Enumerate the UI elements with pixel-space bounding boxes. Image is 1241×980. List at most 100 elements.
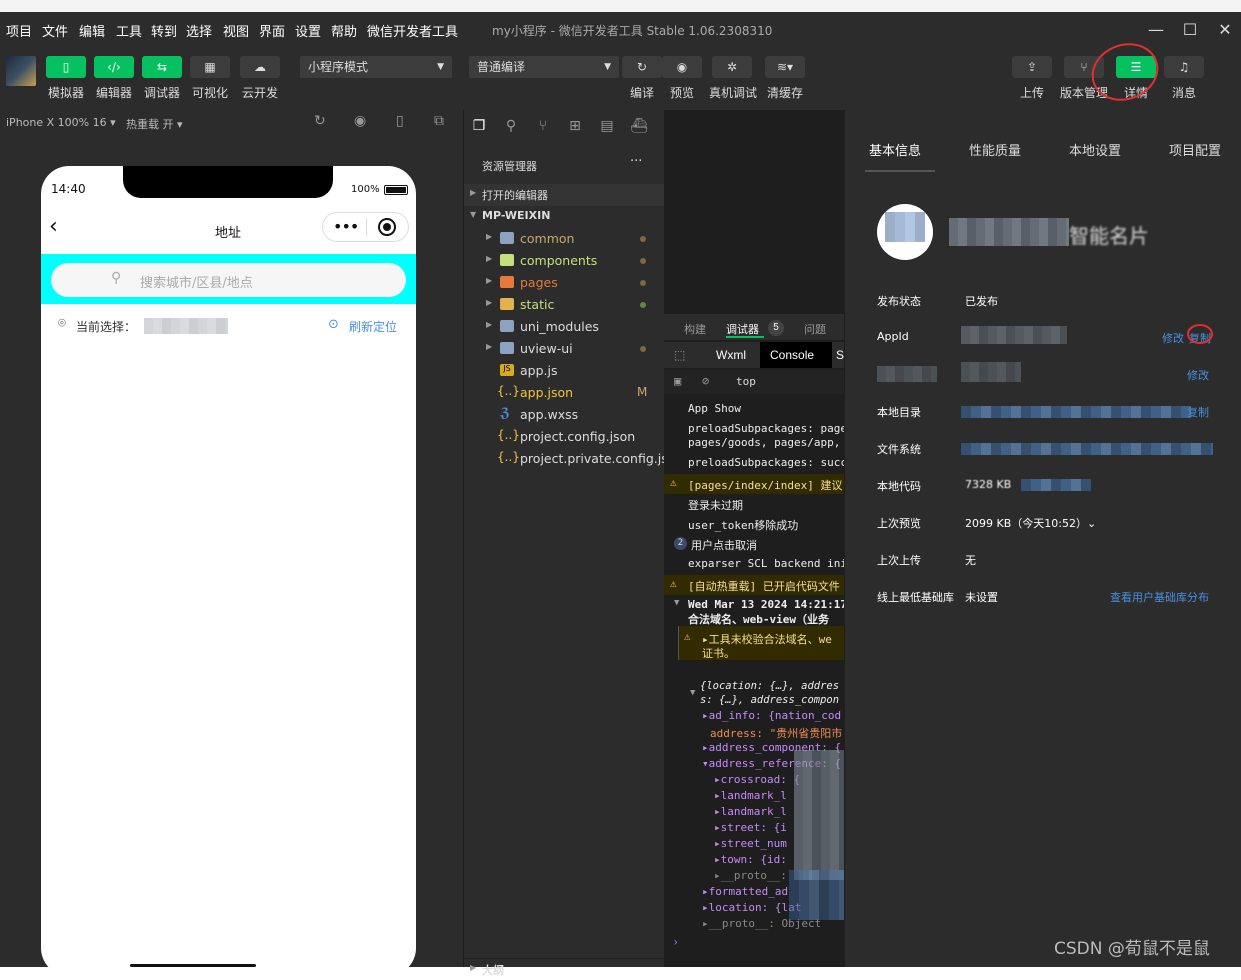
tab-project-config[interactable]: 项目配置 (1169, 140, 1221, 159)
hot-reload-select[interactable]: 热重载 开 ▾ (126, 116, 183, 132)
more-icon[interactable]: ••• (333, 217, 359, 236)
preview-button[interactable]: ◉ (662, 56, 702, 78)
phone-icon[interactable]: ▯ (396, 113, 404, 129)
visual-button[interactable]: ▦ (190, 56, 230, 78)
warning-icon: ⚠ (684, 630, 691, 643)
folder-icon (500, 320, 514, 332)
menu-item[interactable]: 界面 (259, 21, 285, 40)
simulator-button[interactable]: ▯ (46, 56, 86, 78)
compile-select[interactable]: 普通编译 ▼ (469, 56, 619, 78)
tree-item-components[interactable]: ▶ components (464, 250, 664, 272)
tree-item-app-wxss[interactable]: ℨapp.wxss (464, 404, 664, 426)
record-icon[interactable]: ◉ (354, 113, 366, 129)
maximize-icon[interactable]: ☐ (1180, 20, 1200, 39)
tree-item-project-config[interactable]: {..} project.config.json (464, 426, 664, 448)
row-label: 上次预览 (877, 517, 921, 530)
redacted-app-name (949, 218, 1069, 246)
inspect-icon[interactable]: ⬚ (674, 348, 685, 362)
git-icon[interactable]: ⑂ (534, 118, 552, 136)
console-prompt[interactable]: › (672, 935, 679, 949)
search-icon[interactable]: ⚲ (502, 118, 520, 136)
mode-select-value: 小程序模式 (308, 60, 369, 74)
menu-item[interactable]: 帮助 (331, 21, 357, 40)
tab-basic-info[interactable]: 基本信息 (869, 140, 921, 159)
locate-icon[interactable]: ⊙ (328, 317, 339, 332)
avatar[interactable] (6, 56, 36, 86)
rotate-icon[interactable]: ↻ (314, 113, 326, 129)
tab-debugger[interactable]: 调试器 (726, 321, 759, 337)
editor-button[interactable]: ‹/› (94, 56, 134, 78)
expand-icon[interactable]: ▼ (674, 598, 679, 608)
mode-select[interactable]: 小程序模式 ▼ (300, 56, 452, 78)
relocate-link[interactable]: 刷新定位 (349, 318, 397, 335)
tree-item-project-private-config[interactable]: {..} project.private.config.js... (464, 448, 680, 470)
back-icon[interactable]: ‹ (49, 214, 58, 239)
menu-item[interactable]: 选择 (186, 21, 212, 40)
minimize-icon[interactable]: — (1146, 20, 1166, 39)
search-input[interactable]: ⚲ 搜索城市/区县/地点 (51, 263, 406, 297)
compile-button[interactable]: ↻ (622, 56, 662, 78)
popout-icon[interactable]: ⧉ (434, 113, 444, 129)
clear-icon[interactable]: ⊘ (702, 374, 709, 388)
tree-item-pages[interactable]: ▶ pages (464, 272, 664, 294)
expand-icon[interactable]: ▼ (690, 688, 695, 698)
menu-item[interactable]: 文件 (42, 21, 68, 40)
row-value: 已发布 (965, 295, 998, 308)
docker-icon[interactable]: ⛴ (630, 118, 648, 136)
tree-item-common[interactable]: ▶ common (464, 228, 664, 250)
search-bar: ⚲ 搜索城市/区县/地点 (41, 254, 416, 304)
tab-local-settings[interactable]: 本地设置 (1069, 140, 1121, 159)
outline-section[interactable]: ▶ 大纲 (464, 958, 664, 980)
tab-build[interactable]: 构建 (684, 321, 706, 337)
device-select[interactable]: iPhone X 100% 16 ▾ (6, 116, 116, 129)
tree-item-app-js[interactable]: JS app.js (464, 360, 664, 382)
row-label: 本地代码 (877, 480, 921, 493)
close-mini-icon[interactable] (378, 218, 396, 236)
menu-item[interactable]: 微信开发者工具 (367, 21, 458, 40)
menu-item[interactable]: 项目 (6, 21, 32, 40)
console-line: user_token移除成功 (688, 519, 799, 532)
page-title: 地址 (215, 226, 242, 241)
json-file-icon: {..} (497, 428, 520, 442)
warning-icon: ⚠ (670, 476, 677, 489)
menu-item[interactable]: 工具 (116, 21, 142, 40)
files-icon[interactable]: ❐ (470, 118, 488, 136)
messages-button[interactable]: ♫ (1164, 56, 1204, 78)
debugger-button[interactable]: ⇆ (142, 56, 182, 78)
tab-performance[interactable]: 性能质量 (969, 140, 1021, 159)
menu-item[interactable]: 编辑 (79, 21, 105, 40)
upload-button[interactable]: ⇪ (1012, 56, 1052, 78)
extensions-icon[interactable]: ⊞ (566, 118, 584, 136)
menu-item[interactable]: 视图 (223, 21, 249, 40)
modify-link[interactable]: 修改 (1187, 367, 1209, 383)
open-editors-section[interactable]: ▶ 打开的编辑器 (464, 184, 664, 206)
tab-wxml[interactable]: Wxml (716, 348, 746, 362)
copy-link[interactable]: 复制 (1187, 404, 1209, 420)
annotation-circle (1187, 324, 1213, 344)
row-label: 本地目录 (877, 406, 921, 419)
cloud-button[interactable]: ☁ (240, 56, 280, 78)
tree-item-static[interactable]: ▶ static (464, 294, 664, 316)
tab-console[interactable]: Console (770, 348, 814, 362)
tab-sources[interactable]: S (836, 348, 844, 362)
tree-item-uni-modules[interactable]: ▶ uni_modules (464, 316, 664, 338)
menu-item[interactable]: 设置 (295, 21, 321, 40)
sidebar-toggle-icon[interactable]: ▣ (674, 374, 681, 388)
library-distribution-link[interactable]: 查看用户基础库分布 (1110, 589, 1209, 605)
remote-debug-button[interactable]: ✲ (712, 56, 752, 78)
js-file-icon: JS (500, 364, 514, 376)
project-section[interactable]: ▼ MP-WEIXIN (464, 206, 664, 228)
menu-item[interactable]: 转到 (151, 21, 177, 40)
eye-icon: ◉ (676, 60, 688, 74)
last-preview-value[interactable]: 2099 KB（今天10:52）⌄ (965, 515, 1096, 531)
context-select[interactable]: top (736, 375, 756, 388)
modify-link[interactable]: 修改 (1162, 330, 1184, 346)
tab-issues[interactable]: 问题 (804, 321, 826, 337)
tree-item-uview-ui[interactable]: ▶ uview-ui (464, 338, 664, 360)
more-icon[interactable]: ··· (630, 154, 642, 169)
storage-icon[interactable]: ▤ (598, 118, 616, 136)
tree-item-app-json[interactable]: {..} app.json M (464, 382, 664, 404)
row-label: 上次上传 (877, 554, 921, 567)
clear-cache-button[interactable]: ≋▾ (765, 56, 805, 78)
close-icon[interactable]: ✕ (1215, 20, 1235, 39)
